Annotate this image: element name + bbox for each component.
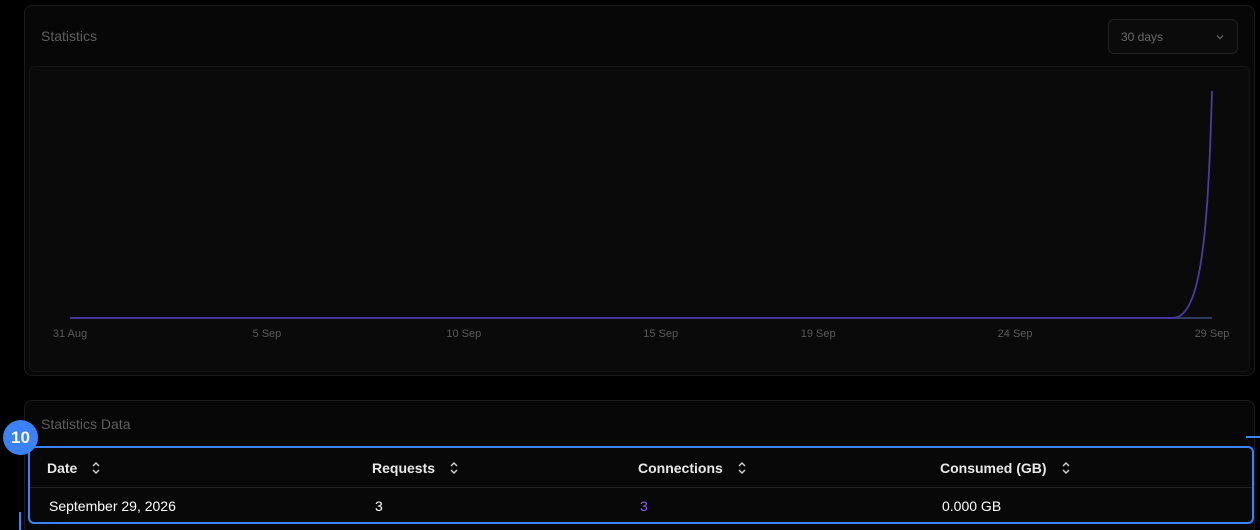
cell-requests: 3 — [375, 498, 383, 514]
table-row[interactable]: September 29, 2026 3 3 0.000 GB — [30, 488, 1252, 522]
column-header-requests[interactable]: Requests — [372, 448, 459, 488]
annotation-bracket-right — [1246, 436, 1260, 438]
column-header-label: Date — [47, 460, 78, 476]
cell-date: September 29, 2026 — [49, 498, 176, 514]
column-header-label: Connections — [638, 460, 723, 476]
annotation-marker-badge: 10 — [3, 420, 38, 455]
x-tick-label: 31 Aug — [53, 328, 87, 340]
x-tick-label: 24 Sep — [998, 328, 1033, 340]
statistics-data-title: Statistics Data — [41, 416, 131, 432]
column-header-label: Requests — [372, 460, 436, 476]
line-chart: 31 Aug 5 Sep 10 Sep 15 Sep 19 Sep 24 Sep 29 Se… — [53, 90, 1230, 340]
sort-icon — [738, 462, 746, 474]
chart-area: 31 Aug 5 Sep 10 Sep 15 Sep 19 Sep 24 Sep 29 Se… — [29, 66, 1250, 372]
sort-icon — [1062, 462, 1070, 474]
x-tick-label: 5 Sep — [253, 328, 282, 340]
range-select[interactable]: 30 days — [1108, 19, 1238, 54]
column-header-consumed[interactable]: Consumed (GB) — [940, 448, 1071, 488]
sort-icon — [450, 462, 458, 474]
x-tick-label: 15 Sep — [643, 328, 678, 340]
statistics-title: Statistics — [41, 28, 98, 44]
cell-consumed: 0.000 GB — [942, 498, 1002, 514]
series-line-0 — [70, 90, 1213, 319]
statistics-card: Statistics 30 days 31 Aug 5 Sep 10 Sep 15 S… — [24, 5, 1255, 376]
page: Statistics 30 days 31 Aug 5 Sep 10 Sep 15 S… — [0, 0, 1260, 530]
x-tick-label: 19 Sep — [801, 328, 836, 340]
table-header: Date Requests Connections Consumed (GB) — [30, 448, 1252, 488]
column-header-connections[interactable]: Connections — [638, 448, 747, 488]
x-tick-label: 29 Sep — [1195, 328, 1230, 340]
x-tick-label: 10 Sep — [446, 328, 481, 340]
column-header-date[interactable]: Date — [47, 448, 101, 488]
statistics-table: Date Requests Connections Consumed (GB) … — [28, 446, 1254, 524]
range-select-value: 30 days — [1121, 29, 1164, 44]
chevron-down-icon — [1216, 34, 1224, 39]
column-header-label: Consumed (GB) — [940, 460, 1047, 476]
sort-icon — [92, 462, 100, 474]
annotation-bracket-left — [19, 512, 21, 530]
cell-connections[interactable]: 3 — [640, 488, 648, 522]
